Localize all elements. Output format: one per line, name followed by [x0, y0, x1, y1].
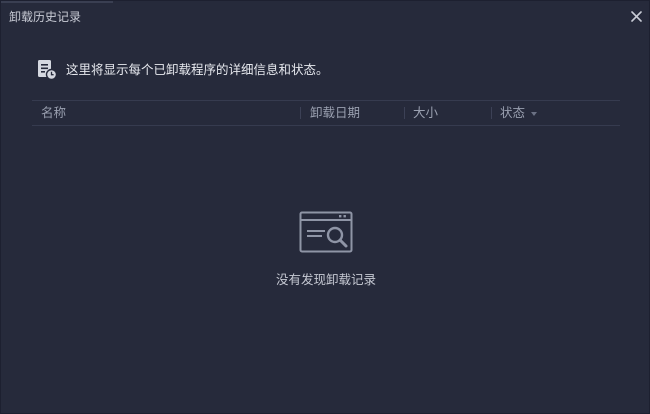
column-header-uninstall-date[interactable]: 卸载日期	[310, 101, 360, 125]
info-row: 这里将显示每个已卸载程序的详细信息和状态。	[36, 59, 329, 81]
table-header: 名称 卸载日期 大小 状态	[32, 100, 620, 126]
empty-state-text: 没有发现卸载记录	[275, 272, 376, 287]
close-icon	[630, 10, 642, 22]
window-title: 卸载历史记录	[9, 10, 82, 24]
browser-search-icon	[299, 211, 353, 253]
column-header-name[interactable]: 名称	[41, 101, 66, 125]
uninstall-history-window: 卸载历史记录 这里将显示每个已卸载程序的详细信息和状态。 名称 卸载日期 大小 …	[0, 0, 650, 414]
info-text: 这里将显示每个已卸载程序的详细信息和状态。	[66, 62, 329, 77]
column-divider	[300, 107, 301, 119]
document-clock-icon	[38, 60, 58, 81]
empty-state: 没有发现卸载记录	[1, 211, 650, 289]
column-header-status-label: 状态	[500, 105, 526, 120]
caret-down-icon	[531, 111, 538, 116]
column-divider	[491, 107, 492, 119]
close-button[interactable]	[627, 7, 645, 25]
title-bar[interactable]: 卸载历史记录	[1, 1, 650, 33]
column-divider	[404, 107, 405, 119]
column-header-size[interactable]: 大小	[413, 101, 438, 125]
column-header-status[interactable]: 状态	[500, 101, 538, 125]
